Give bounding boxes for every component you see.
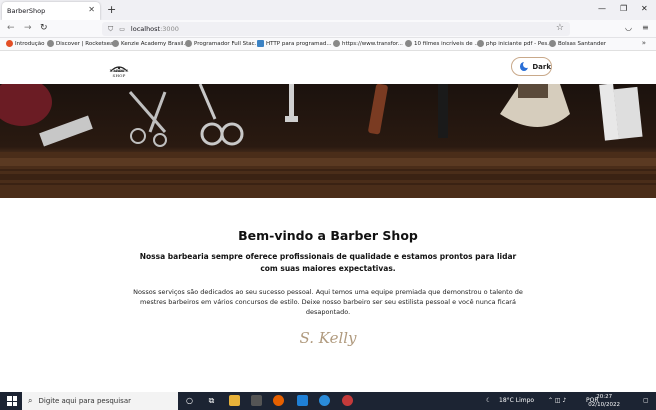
lead-paragraph: Nossa barbearia sempre oferece profissio… [139, 252, 517, 273]
dark-mode-toggle[interactable]: Dark [511, 57, 552, 76]
web-page: BARBER SHOP Dark Bem-vindo a Barber Shop… [0, 51, 656, 392]
store-icon[interactable] [251, 395, 262, 406]
globe-icon [112, 40, 119, 47]
globe-icon [47, 40, 54, 47]
bookmark-item[interactable]: Bolsas Santander [549, 40, 606, 47]
page-title: Bem-vindo a Barber Shop [238, 228, 418, 243]
taskbar-search[interactable]: ⌕ Digite aqui para pesquisar [22, 392, 178, 410]
minimize-icon[interactable]: — [598, 4, 606, 13]
tray-arrows-icon[interactable]: ⌃ ◫ ♪ [548, 397, 566, 404]
app-icon[interactable] [342, 395, 353, 406]
barber-tools-image [0, 84, 656, 198]
bookmark-item[interactable]: Kenzie Academy Brasil... [112, 40, 189, 47]
hero-image [0, 84, 656, 198]
forward-icon[interactable]: → [24, 23, 32, 33]
edge-icon[interactable] [319, 395, 330, 406]
firefox-icon[interactable] [273, 395, 284, 406]
notifications-icon[interactable]: ▢ [643, 397, 649, 404]
vscode-icon[interactable] [297, 395, 308, 406]
close-tab-icon[interactable]: ✕ [88, 5, 95, 14]
weather-icon[interactable]: ☾ [486, 397, 491, 404]
url-text: localhost:3000 [130, 25, 179, 33]
task-view-icon[interactable]: ⧉ [206, 395, 217, 406]
signature: S. Kelly [299, 329, 357, 347]
site-header: BARBER SHOP Dark [0, 51, 656, 84]
globe-icon [333, 40, 340, 47]
weather-text[interactable]: 18°C Limpo [499, 397, 534, 404]
reload-icon[interactable]: ↻ [40, 23, 48, 33]
logo-text: BARBER SHOP [109, 68, 129, 78]
pocket-icon[interactable]: ◡ [625, 23, 632, 32]
navigation-toolbar: ← → ↻ ⛉ ▭ localhost:3000 ☆ ◡ ≡ [0, 20, 656, 38]
new-tab-button[interactable]: + [107, 3, 116, 16]
windows-start-icon[interactable] [7, 396, 17, 406]
cortana-icon[interactable]: ○ [184, 395, 195, 406]
globe-icon [549, 40, 556, 47]
bookmark-item[interactable]: php iniciante pdf - Pes... [477, 40, 552, 47]
window-close-icon[interactable]: ✕ [641, 4, 648, 13]
shield-icon[interactable]: ⛉ [108, 25, 113, 34]
dark-button-label: Dark [532, 62, 551, 71]
bookmark-item[interactable]: HTTP para programad... [257, 40, 332, 47]
back-icon[interactable]: ← [7, 23, 15, 33]
bookmark-item[interactable]: 10 filmes incríveis de ... [405, 40, 480, 47]
bookmark-star-icon[interactable]: ☆ [556, 23, 564, 33]
search-icon: ⌕ [28, 396, 33, 405]
menu-icon[interactable]: ≡ [642, 23, 649, 32]
tab-barbershop[interactable]: BarberShop ✕ [2, 2, 100, 20]
tab-strip: BarberShop ✕ + — ❐ ✕ [0, 0, 656, 20]
bookmark-item[interactable]: https://www.transfor... [333, 40, 403, 47]
bookmark-item[interactable]: Discover | Rocketseat [47, 40, 116, 47]
moon-icon [520, 61, 531, 71]
globe-icon [185, 40, 192, 47]
bookmark-icon [257, 40, 264, 47]
bookmarks-bar: Introdução Discover | Rocketseat Kenzie … [0, 38, 656, 51]
windows-taskbar: ⌕ Digite aqui para pesquisar ○ ⧉ ☾ 18°C … [0, 392, 656, 410]
taskbar-clock[interactable]: 20:27 02/10/2022 [588, 393, 620, 409]
more-bookmarks-icon[interactable]: » [642, 39, 646, 47]
search-placeholder: Digite aqui para pesquisar [38, 397, 131, 405]
maximize-icon[interactable]: ❐ [620, 4, 627, 13]
bookmark-item[interactable]: Introdução [6, 40, 45, 47]
bookmark-icon [6, 40, 13, 47]
address-bar[interactable]: ⛉ ▭ localhost:3000 ☆ [102, 22, 570, 36]
globe-icon [405, 40, 412, 47]
tab-title: BarberShop [7, 7, 46, 15]
globe-icon [477, 40, 484, 47]
page-info-icon[interactable]: ▭ [119, 26, 125, 33]
bookmark-item[interactable]: Programador Full Stac... [185, 40, 260, 47]
barbershop-logo[interactable]: BARBER SHOP [108, 58, 130, 78]
file-explorer-icon[interactable] [229, 395, 240, 406]
body-paragraph: Nossos serviços são dedicados ao seu suc… [133, 288, 523, 316]
